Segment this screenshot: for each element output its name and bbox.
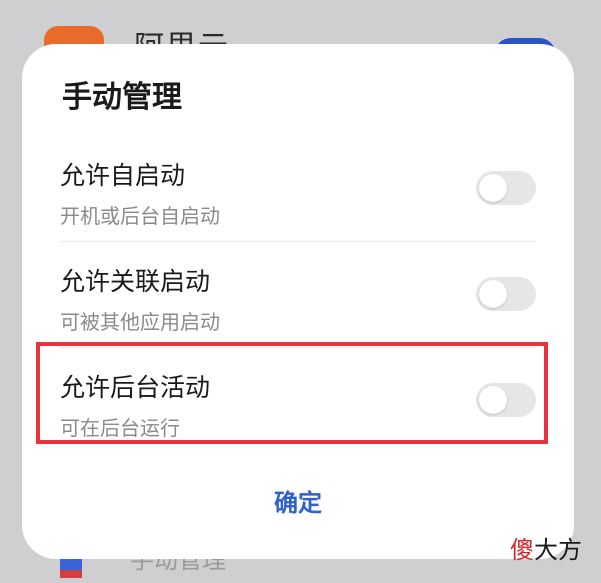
setting-title: 允许关联启动 <box>60 267 211 296</box>
manual-management-dialog: 手动管理 允许自启动 开机或后台自启动 允许关联启动 可被其他应用启动 允许后台… <box>22 44 574 559</box>
watermark-accent-char: 傻 <box>510 536 534 564</box>
setting-row-auto-start: 允许自启动 开机或后台自启动 <box>60 144 536 240</box>
dialog-title: 手动管理 <box>62 80 182 115</box>
divider <box>60 241 536 242</box>
confirm-button[interactable]: 确定 <box>198 474 398 526</box>
auto-start-toggle[interactable] <box>476 171 536 205</box>
watermark-text: 大方 <box>534 536 582 564</box>
toggle-knob <box>479 174 507 202</box>
setting-row-associated-start: 允许关联启动 可被其他应用启动 <box>60 250 536 346</box>
setting-description: 开机或后台自启动 <box>60 204 220 228</box>
highlight-box <box>36 342 548 444</box>
toggle-knob <box>479 280 507 308</box>
associated-start-toggle[interactable] <box>476 277 536 311</box>
watermark: 傻大方 <box>510 530 582 565</box>
setting-title: 允许自启动 <box>60 161 186 190</box>
setting-description: 可被其他应用启动 <box>60 310 220 334</box>
